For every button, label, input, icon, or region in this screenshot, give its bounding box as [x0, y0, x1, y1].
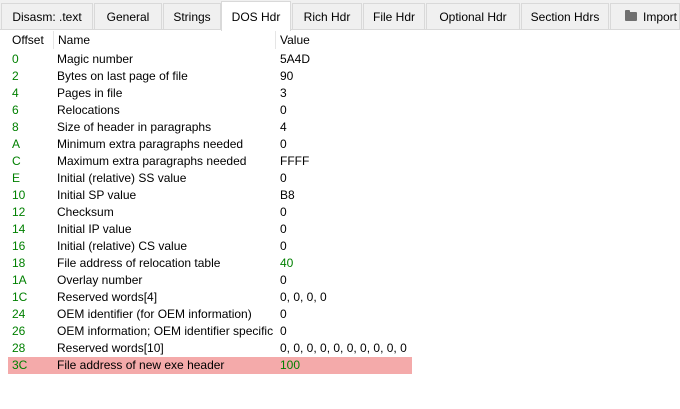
offset-cell: 8 — [12, 120, 19, 134]
table-header: Offset Name Value — [0, 31, 680, 49]
offset-cell: 1A — [12, 273, 27, 287]
name-cell: File address of relocation table — [57, 256, 221, 270]
value-cell: 0 — [280, 205, 287, 219]
name-cell: Initial (relative) SS value — [57, 171, 187, 185]
table-row[interactable]: 26 OEM information; OEM identifier specif… — [0, 323, 680, 340]
table-row[interactable]: C Maximum extra paragraphs needed FFFF — [0, 153, 680, 170]
value-cell: FFFF — [280, 154, 310, 168]
tab-general[interactable]: General — [94, 3, 162, 29]
value-cell: 0 — [280, 222, 287, 236]
table-row[interactable]: 8 Size of header in paragraphs 4 — [0, 119, 680, 136]
offset-cell: 4 — [12, 86, 19, 100]
table-row[interactable]: 1A Overlay number 0 — [0, 272, 680, 289]
name-cell: Initial SP value — [57, 188, 137, 202]
table-row[interactable]: 1C Reserved words[4] 0, 0, 0, 0 — [0, 289, 680, 306]
tab-rich-hdr[interactable]: Rich Hdr — [292, 3, 362, 29]
table-row[interactable]: 24 OEM identifier (for OEM information) 0 — [0, 306, 680, 323]
value-cell: 40 — [280, 256, 294, 270]
value-cell: 0 — [280, 324, 287, 338]
name-cell: Reserved words[10] — [57, 341, 164, 355]
name-cell: Checksum — [57, 205, 114, 219]
value-cell: 0 — [280, 103, 287, 117]
offset-cell: 6 — [12, 103, 19, 117]
name-cell: Initial IP value — [57, 222, 132, 236]
table-row-selected[interactable]: 3C File address of new exe header 100 — [0, 357, 680, 374]
table-row[interactable]: 0 Magic number 5A4D — [0, 51, 680, 68]
value-cell: 0 — [280, 239, 287, 253]
table-row[interactable]: A Minimum extra paragraphs needed 0 — [0, 136, 680, 153]
offset-cell: A — [12, 137, 21, 151]
offset-cell: 28 — [12, 341, 26, 355]
offset-cell: 26 — [12, 324, 26, 338]
tab-strings[interactable]: Strings — [163, 3, 221, 29]
value-cell: 0, 0, 0, 0, 0, 0, 0, 0, 0, 0 — [280, 341, 407, 355]
column-header-offset[interactable]: Offset — [8, 31, 54, 49]
table-row[interactable]: 28 Reserved words[10] 0, 0, 0, 0, 0, 0, 0,… — [0, 340, 680, 357]
tab-section-hdrs[interactable]: Section Hdrs — [521, 3, 609, 29]
tab-optional-hdr[interactable]: Optional Hdr — [426, 3, 520, 29]
offset-cell: 16 — [12, 239, 26, 253]
value-cell: 4 — [280, 120, 287, 134]
name-cell: OEM identifier (for OEM information) — [57, 307, 252, 321]
value-cell: 0, 0, 0, 0 — [280, 290, 327, 304]
table-row[interactable]: E Initial (relative) SS value 0 — [0, 170, 680, 187]
value-cell: 5A4D — [280, 52, 311, 66]
column-header-value[interactable]: Value — [276, 31, 680, 49]
tab-import[interactable]: Import — [610, 3, 680, 29]
name-cell: Size of header in paragraphs — [57, 120, 212, 134]
name-cell: Minimum extra paragraphs needed — [57, 137, 244, 151]
offset-cell: 3C — [12, 358, 28, 372]
offset-cell: 0 — [12, 52, 19, 66]
table-row[interactable]: 4 Pages in file 3 — [0, 85, 680, 102]
offset-cell: 24 — [12, 307, 26, 321]
tab-dos-hdr[interactable]: DOS Hdr — [221, 1, 291, 31]
name-cell: Overlay number — [57, 273, 143, 287]
value-cell: 0 — [280, 273, 287, 287]
table-row[interactable]: 6 Relocations 0 — [0, 102, 680, 119]
offset-cell: 12 — [12, 205, 26, 219]
table-row[interactable]: 16 Initial (relative) CS value 0 — [0, 238, 680, 255]
offset-cell: 10 — [12, 188, 26, 202]
name-cell: Initial (relative) CS value — [57, 239, 188, 253]
table-row[interactable]: 18 File address of relocation table 40 — [0, 255, 680, 272]
table-row[interactable]: 2 Bytes on last page of file 90 — [0, 68, 680, 85]
name-cell: Reserved words[4] — [57, 290, 158, 304]
value-cell: 0 — [280, 307, 287, 321]
folder-icon — [625, 10, 637, 21]
offset-cell: 2 — [12, 69, 19, 83]
name-cell: Pages in file — [57, 86, 123, 100]
value-cell: 3 — [280, 86, 287, 100]
table-row[interactable]: 12 Checksum 0 — [0, 204, 680, 221]
tab-disasm-text[interactable]: Disasm: .text — [1, 3, 93, 29]
value-cell: 90 — [280, 69, 294, 83]
name-cell: Bytes on last page of file — [57, 69, 188, 83]
name-cell: OEM information; OEM identifier specific — [57, 324, 274, 338]
value-cell: 100 — [280, 358, 301, 372]
dos-header-table: Offset Name Value 0 Magic number 5A4D 2 Byte… — [0, 31, 680, 409]
table-row[interactable]: 10 Initial SP value B8 — [0, 187, 680, 204]
tab-bar: Disasm: .text General Strings DOS Hdr Ri… — [0, 0, 680, 31]
offset-cell: 14 — [12, 222, 26, 236]
value-cell: 0 — [280, 137, 287, 151]
value-cell: B8 — [280, 188, 295, 202]
offset-cell: 18 — [12, 256, 26, 270]
tab-file-hdr[interactable]: File Hdr — [363, 3, 425, 29]
name-cell: Maximum extra paragraphs needed — [57, 154, 247, 168]
name-cell: Relocations — [57, 103, 120, 117]
value-cell: 0 — [280, 171, 287, 185]
table-row[interactable]: 14 Initial IP value 0 — [0, 221, 680, 238]
name-cell: Magic number — [57, 52, 134, 66]
column-header-name[interactable]: Name — [54, 31, 276, 49]
offset-cell: E — [12, 171, 21, 185]
name-cell: File address of new exe header — [57, 358, 225, 372]
offset-cell: C — [12, 154, 21, 168]
offset-cell: 1C — [12, 290, 28, 304]
